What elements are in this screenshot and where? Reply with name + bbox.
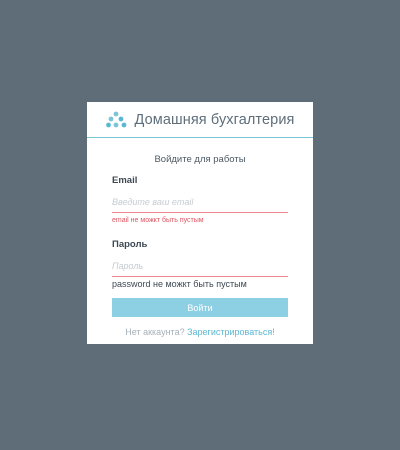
- login-button[interactable]: Войти: [112, 298, 288, 317]
- login-card: Домашняя бухгалтерия Войдите для работы …: [87, 102, 313, 344]
- email-input[interactable]: [112, 195, 288, 213]
- register-link[interactable]: Зарегистрироваться!: [187, 327, 275, 337]
- email-error-message: email не можкт быть пустым: [112, 217, 204, 224]
- card-header: Домашняя бухгалтерия: [87, 102, 313, 138]
- dots-logo-icon: [105, 111, 126, 127]
- password-input[interactable]: [112, 259, 288, 277]
- login-form: Войдите для работы Email email не можкт …: [87, 154, 313, 337]
- password-error-message: password не можкт быть пустым: [112, 279, 247, 289]
- email-label: Email: [112, 175, 138, 186]
- register-prompt: Нет аккаунта?: [125, 327, 185, 337]
- form-subtitle: Войдите для работы: [154, 154, 246, 165]
- password-label: Пароль: [112, 239, 148, 250]
- register-row: Нет аккаунта? Зарегистрироваться!: [112, 327, 288, 337]
- app-title: Домашняя бухгалтерия: [134, 111, 295, 128]
